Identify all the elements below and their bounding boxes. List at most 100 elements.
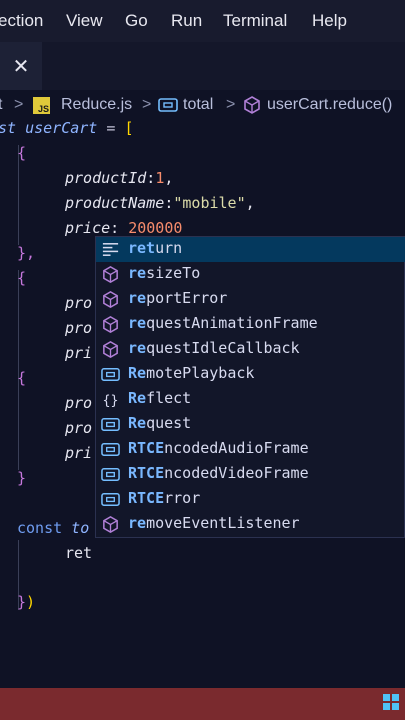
suggestion-item[interactable]: removeEventListener [96, 512, 405, 537]
breadcrumb-method[interactable]: userCart.reduce() [267, 96, 392, 114]
breadcrumb-file[interactable]: Reduce.js [61, 96, 132, 114]
suggestion-label: requestIdleCallback [128, 339, 300, 357]
code-line: st userCart = [ [0, 119, 134, 137]
suggestion-match: Re [128, 364, 147, 382]
suggestion-label: RTCEncodedVideoFrame [128, 464, 309, 482]
variable-icon [101, 443, 120, 456]
method-icon [244, 96, 260, 114]
suggestion-match: RTCE [128, 464, 165, 482]
suggestion-item[interactable]: {} Reflect [96, 387, 405, 412]
suggestion-match: re [128, 514, 147, 532]
suggestion-rest: quest [146, 414, 192, 432]
suggestion-item[interactable]: RTCEncodedVideoFrame [96, 462, 405, 487]
module-icon: {} [102, 393, 118, 408]
menu-view[interactable]: View [66, 11, 103, 31]
suggestion-rest: flect [146, 389, 192, 407]
suggestion-rest: portError [146, 289, 228, 307]
suggestion-label: requestAnimationFrame [128, 314, 318, 332]
breadcrumb-separator: > [226, 96, 236, 113]
windows-logo-icon[interactable] [383, 694, 399, 710]
code-line: { [17, 269, 27, 287]
variable-icon [158, 98, 178, 112]
autocomplete-popup[interactable]: return resizeTo reportError requestAnimatio… [95, 236, 405, 538]
suggestion-match: ret [128, 239, 156, 257]
suggestion-match: Re [128, 389, 147, 407]
suggestion-item[interactable]: requestAnimationFrame [96, 312, 405, 337]
suggestion-rest: ncodedAudioFrame [164, 439, 309, 457]
svg-text:{}: {} [102, 393, 118, 408]
suggestion-label: Request [128, 414, 191, 432]
code-line: productId:1, [65, 169, 174, 187]
code-line: ret [65, 544, 93, 562]
suggestion-item[interactable]: RTCError [96, 487, 405, 512]
method-icon [103, 516, 118, 533]
js-file-icon: JS [33, 97, 50, 114]
tab-bar [0, 42, 405, 90]
suggestion-label: reportError [128, 289, 227, 307]
suggestion-rest: rror [164, 489, 201, 507]
method-icon [103, 266, 118, 283]
suggestion-rest: moveEventListener [146, 514, 300, 532]
suggestion-item[interactable]: Request [96, 412, 405, 437]
breadcrumb-var[interactable]: total [183, 96, 213, 114]
suggestion-item[interactable]: return [96, 237, 405, 262]
suggestion-match: RTCE [128, 489, 165, 507]
suggestion-label: RemotePlayback [128, 364, 254, 382]
suggestion-rest: sizeTo [146, 264, 201, 282]
variable-icon [101, 468, 120, 481]
suggestion-match: RTCE [128, 439, 165, 457]
suggestion-item[interactable]: resizeTo [96, 262, 405, 287]
suggestion-item[interactable]: RemotePlayback [96, 362, 405, 387]
code-line: pro [65, 419, 93, 437]
suggestion-item[interactable]: RTCEncodedAudioFrame [96, 437, 405, 462]
suggestion-rest: motePlayback [146, 364, 255, 382]
code-line: const to [17, 519, 90, 537]
code-line: }) [17, 593, 36, 611]
breadcrumb-folder[interactable]: t [0, 96, 2, 114]
menu-go[interactable]: Go [125, 11, 148, 31]
status-bar [0, 688, 405, 720]
code-line: { [17, 144, 27, 162]
menu-help[interactable]: Help [312, 11, 347, 31]
menu-terminal[interactable]: Terminal [223, 11, 287, 31]
suggestion-rest: urn [155, 239, 183, 257]
suggestion-match: re [128, 264, 147, 282]
suggestion-label: return [128, 239, 182, 257]
code-line: productName:"mobile", [65, 194, 255, 212]
code-line: { [17, 369, 27, 387]
suggestion-match: re [128, 314, 147, 332]
suggestion-label: resizeTo [128, 264, 200, 282]
code-line: pro [65, 394, 93, 412]
variable-icon [101, 493, 120, 506]
variable-icon [101, 418, 120, 431]
suggestion-label: Reflect [128, 389, 191, 407]
code-line: pri [65, 344, 93, 362]
suggestion-label: RTCEncodedAudioFrame [128, 439, 309, 457]
suggestion-rest: questIdleCallback [146, 339, 300, 357]
code-line: } [17, 469, 27, 487]
suggestion-item[interactable]: requestIdleCallback [96, 337, 405, 362]
menu-bar: ection View Go Run Terminal Help [0, 0, 405, 42]
suggestion-rest: ncodedVideoFrame [164, 464, 309, 482]
code-line: }, [17, 244, 36, 262]
method-icon [103, 316, 118, 333]
variable-icon [101, 368, 120, 381]
breadcrumb-separator: > [142, 96, 152, 113]
suggestion-label: removeEventListener [128, 514, 300, 532]
suggestion-rest: questAnimationFrame [146, 314, 318, 332]
suggestion-match: re [128, 339, 147, 357]
close-icon[interactable]: ✕ [0, 42, 42, 90]
code-line: pri [65, 444, 93, 462]
code-line: pro [65, 319, 93, 337]
code-line: pro [65, 294, 93, 312]
suggestion-match: re [128, 289, 147, 307]
suggestion-item[interactable]: reportError [96, 287, 405, 312]
method-icon [103, 291, 118, 308]
method-icon [103, 341, 118, 358]
menu-selection[interactable]: ection [0, 11, 43, 31]
menu-run[interactable]: Run [171, 11, 202, 31]
suggestion-match: Re [128, 414, 147, 432]
snippet-icon [102, 243, 119, 256]
breadcrumb-separator: > [14, 96, 24, 113]
suggestion-label: RTCError [128, 489, 200, 507]
